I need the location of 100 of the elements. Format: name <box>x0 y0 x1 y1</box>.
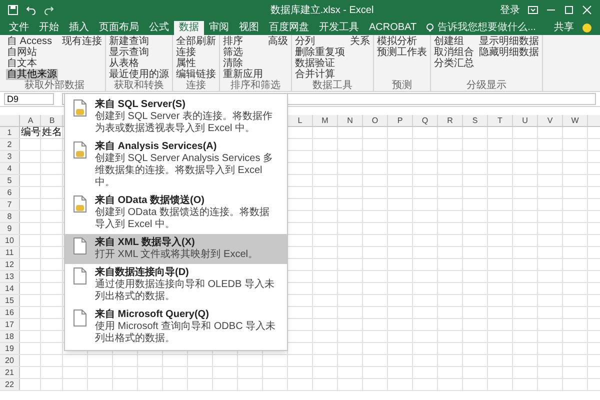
sign-in-link[interactable]: 登录 <box>500 2 520 18</box>
window-title: 数据库建立.xlsx - Excel <box>269 4 375 18</box>
ribbon-tab[interactable]: 页面布局 <box>94 21 144 35</box>
row-header[interactable]: 15 <box>0 295 20 306</box>
row-header[interactable]: 4 <box>0 163 20 174</box>
ribbon-button[interactable]: 筛选 <box>222 47 264 58</box>
column-header[interactable]: N <box>338 115 363 126</box>
column-header[interactable]: Q <box>413 115 438 126</box>
ribbon-button[interactable]: 取消组合 <box>433 47 475 58</box>
ribbon-tab[interactable]: ACROBAT <box>364 21 422 35</box>
ribbon-button[interactable]: 编辑链接 <box>175 69 217 80</box>
ribbon-button[interactable]: 数据验证 <box>294 58 346 69</box>
row-header[interactable]: 12 <box>0 259 20 270</box>
ribbon-button[interactable]: 高级 <box>267 36 289 47</box>
row-header[interactable]: 10 <box>0 235 20 246</box>
ribbon-tab[interactable]: 数据 <box>174 21 204 35</box>
ribbon-button[interactable]: 从表格 <box>108 58 170 69</box>
menu-item-description: 打开 XML 文件或将其映射到 Excel。 <box>95 249 258 261</box>
ribbon-button[interactable]: 现有连接 <box>61 36 103 47</box>
ribbon-button[interactable]: 创建组 <box>433 36 475 47</box>
redo-icon[interactable] <box>44 5 54 15</box>
ribbon-tab[interactable]: 开始 <box>34 21 64 35</box>
ribbon-tab[interactable]: 审阅 <box>204 21 234 35</box>
ribbon-button[interactable]: 自网站 <box>6 47 58 58</box>
tell-me-field[interactable]: 告诉我您想要做什么... <box>438 22 538 34</box>
ribbon-button[interactable]: 删除重复项 <box>294 47 346 58</box>
row-header[interactable]: 5 <box>0 175 20 186</box>
ribbon-button[interactable]: 自 Access <box>6 36 58 47</box>
column-header[interactable]: O <box>363 115 388 126</box>
row-header[interactable]: 8 <box>0 211 20 222</box>
ribbon-tab[interactable]: 视图 <box>234 21 264 35</box>
menu-item[interactable]: 来自 Microsoft Query(Q) 使用 Microsoft 查询向导和 ODBC 导入未列出格式的数据。 <box>65 306 287 348</box>
menu-item[interactable]: 来自 Analysis Services(A) 创建到 SQL Server Analysis Services 多维数据集的连接。将数据导入到 Excel 中。 <box>65 138 287 192</box>
save-icon[interactable] <box>8 5 18 15</box>
ribbon-button[interactable]: 隐藏明细数据 <box>478 47 540 58</box>
ribbon-button[interactable]: 自其他来源 <box>6 69 58 80</box>
group-label: 预测 <box>391 80 413 91</box>
row-header[interactable]: 1 <box>0 127 20 138</box>
row-header[interactable]: 9 <box>0 223 20 234</box>
row-header[interactable]: 18 <box>0 331 20 342</box>
ribbon-button[interactable]: 清除 <box>222 58 264 69</box>
column-header[interactable]: V <box>538 115 563 126</box>
ribbon-tab[interactable]: 公式 <box>144 21 174 35</box>
ribbon-button[interactable]: 属性 <box>175 58 217 69</box>
row-header[interactable]: 7 <box>0 199 20 210</box>
column-header[interactable]: S <box>463 115 488 126</box>
group-label: 数据工具 <box>312 80 354 91</box>
row-header[interactable]: 17 <box>0 319 20 330</box>
column-header[interactable]: W <box>563 115 588 126</box>
column-header[interactable]: R <box>438 115 463 126</box>
column-header[interactable]: B <box>41 115 63 126</box>
ribbon-button[interactable]: 全部刷新 <box>175 36 217 47</box>
ribbon-button[interactable]: 分类汇总 <box>433 58 475 69</box>
ribbon-tab[interactable]: 百度网盘 <box>264 21 314 35</box>
menu-item[interactable]: 来自 SQL Server(S) 创建到 SQL Server 表的连接。将数据作为表或数据透视表导入到 Excel 中。 <box>65 96 287 138</box>
column-header[interactable]: U <box>513 115 538 126</box>
ribbon-button[interactable]: 关系 <box>349 36 371 47</box>
menu-item[interactable]: 来自数据连接向导(D) 通过使用数据连接向导和 OLEDB 导入未列出格式的数据。 <box>65 264 287 306</box>
column-header[interactable]: M <box>313 115 338 126</box>
row-header[interactable]: 16 <box>0 307 20 318</box>
ribbon-tab[interactable]: 插入 <box>64 21 94 35</box>
ribbon-button[interactable]: 预测工作表 <box>376 47 428 58</box>
share-button[interactable]: 共享 <box>550 21 578 35</box>
ribbon-button[interactable]: 排序 <box>222 36 264 47</box>
menu-item[interactable]: 来自 XML 数据导入(X) 打开 XML 文件或将其映射到 Excel。 <box>65 234 287 264</box>
undo-icon[interactable] <box>26 5 36 15</box>
ribbon-options-icon[interactable] <box>528 5 538 15</box>
row-header[interactable]: 6 <box>0 187 20 198</box>
column-header[interactable]: A <box>20 115 41 126</box>
ribbon-button[interactable]: 连接 <box>175 47 217 58</box>
ribbon-tab[interactable]: 文件 <box>4 21 34 35</box>
ribbon-button[interactable]: 重新应用 <box>222 69 264 80</box>
maximize-icon[interactable] <box>564 5 574 15</box>
close-icon[interactable] <box>582 5 592 15</box>
ribbon-button[interactable]: 显示明细数据 <box>478 36 540 47</box>
group-label: 获取外部数据 <box>24 80 86 91</box>
ribbon-tab[interactable]: 开发工具 <box>314 21 364 35</box>
table-cell: 姓名 <box>41 127 63 138</box>
ribbon-button[interactable]: 自文本 <box>6 58 58 69</box>
ribbon-button[interactable]: 合并计算 <box>294 69 346 80</box>
row-header[interactable]: 19 <box>0 343 20 354</box>
column-header[interactable]: T <box>488 115 513 126</box>
column-header[interactable]: P <box>388 115 413 126</box>
row-header[interactable]: 14 <box>0 283 20 294</box>
menu-item[interactable]: 来自 OData 数据馈送(O) 创建到 OData 数据馈送的连接。将数据导入到 Excel 中。 <box>65 192 287 234</box>
menu-item-title: 来自 XML 数据导入(X) <box>95 237 196 248</box>
row-header[interactable]: 11 <box>0 247 20 258</box>
row-header[interactable]: 20 <box>0 355 20 366</box>
ribbon-button[interactable]: 分列 <box>294 36 346 47</box>
ribbon-button[interactable]: 最近使用的源 <box>108 69 170 80</box>
name-box[interactable]: D9 <box>4 93 54 105</box>
row-header[interactable]: 21 <box>0 367 20 378</box>
ribbon-button[interactable]: 模拟分析 <box>376 36 428 47</box>
row-header[interactable]: 13 <box>0 271 20 282</box>
row-header[interactable]: 22 <box>0 379 20 390</box>
row-header[interactable]: 2 <box>0 139 20 150</box>
file-icon <box>73 267 87 285</box>
row-header[interactable]: 3 <box>0 151 20 162</box>
ribbon-button[interactable]: 显示查询 <box>108 47 170 58</box>
ribbon-button[interactable]: 新建查询 <box>108 36 170 47</box>
